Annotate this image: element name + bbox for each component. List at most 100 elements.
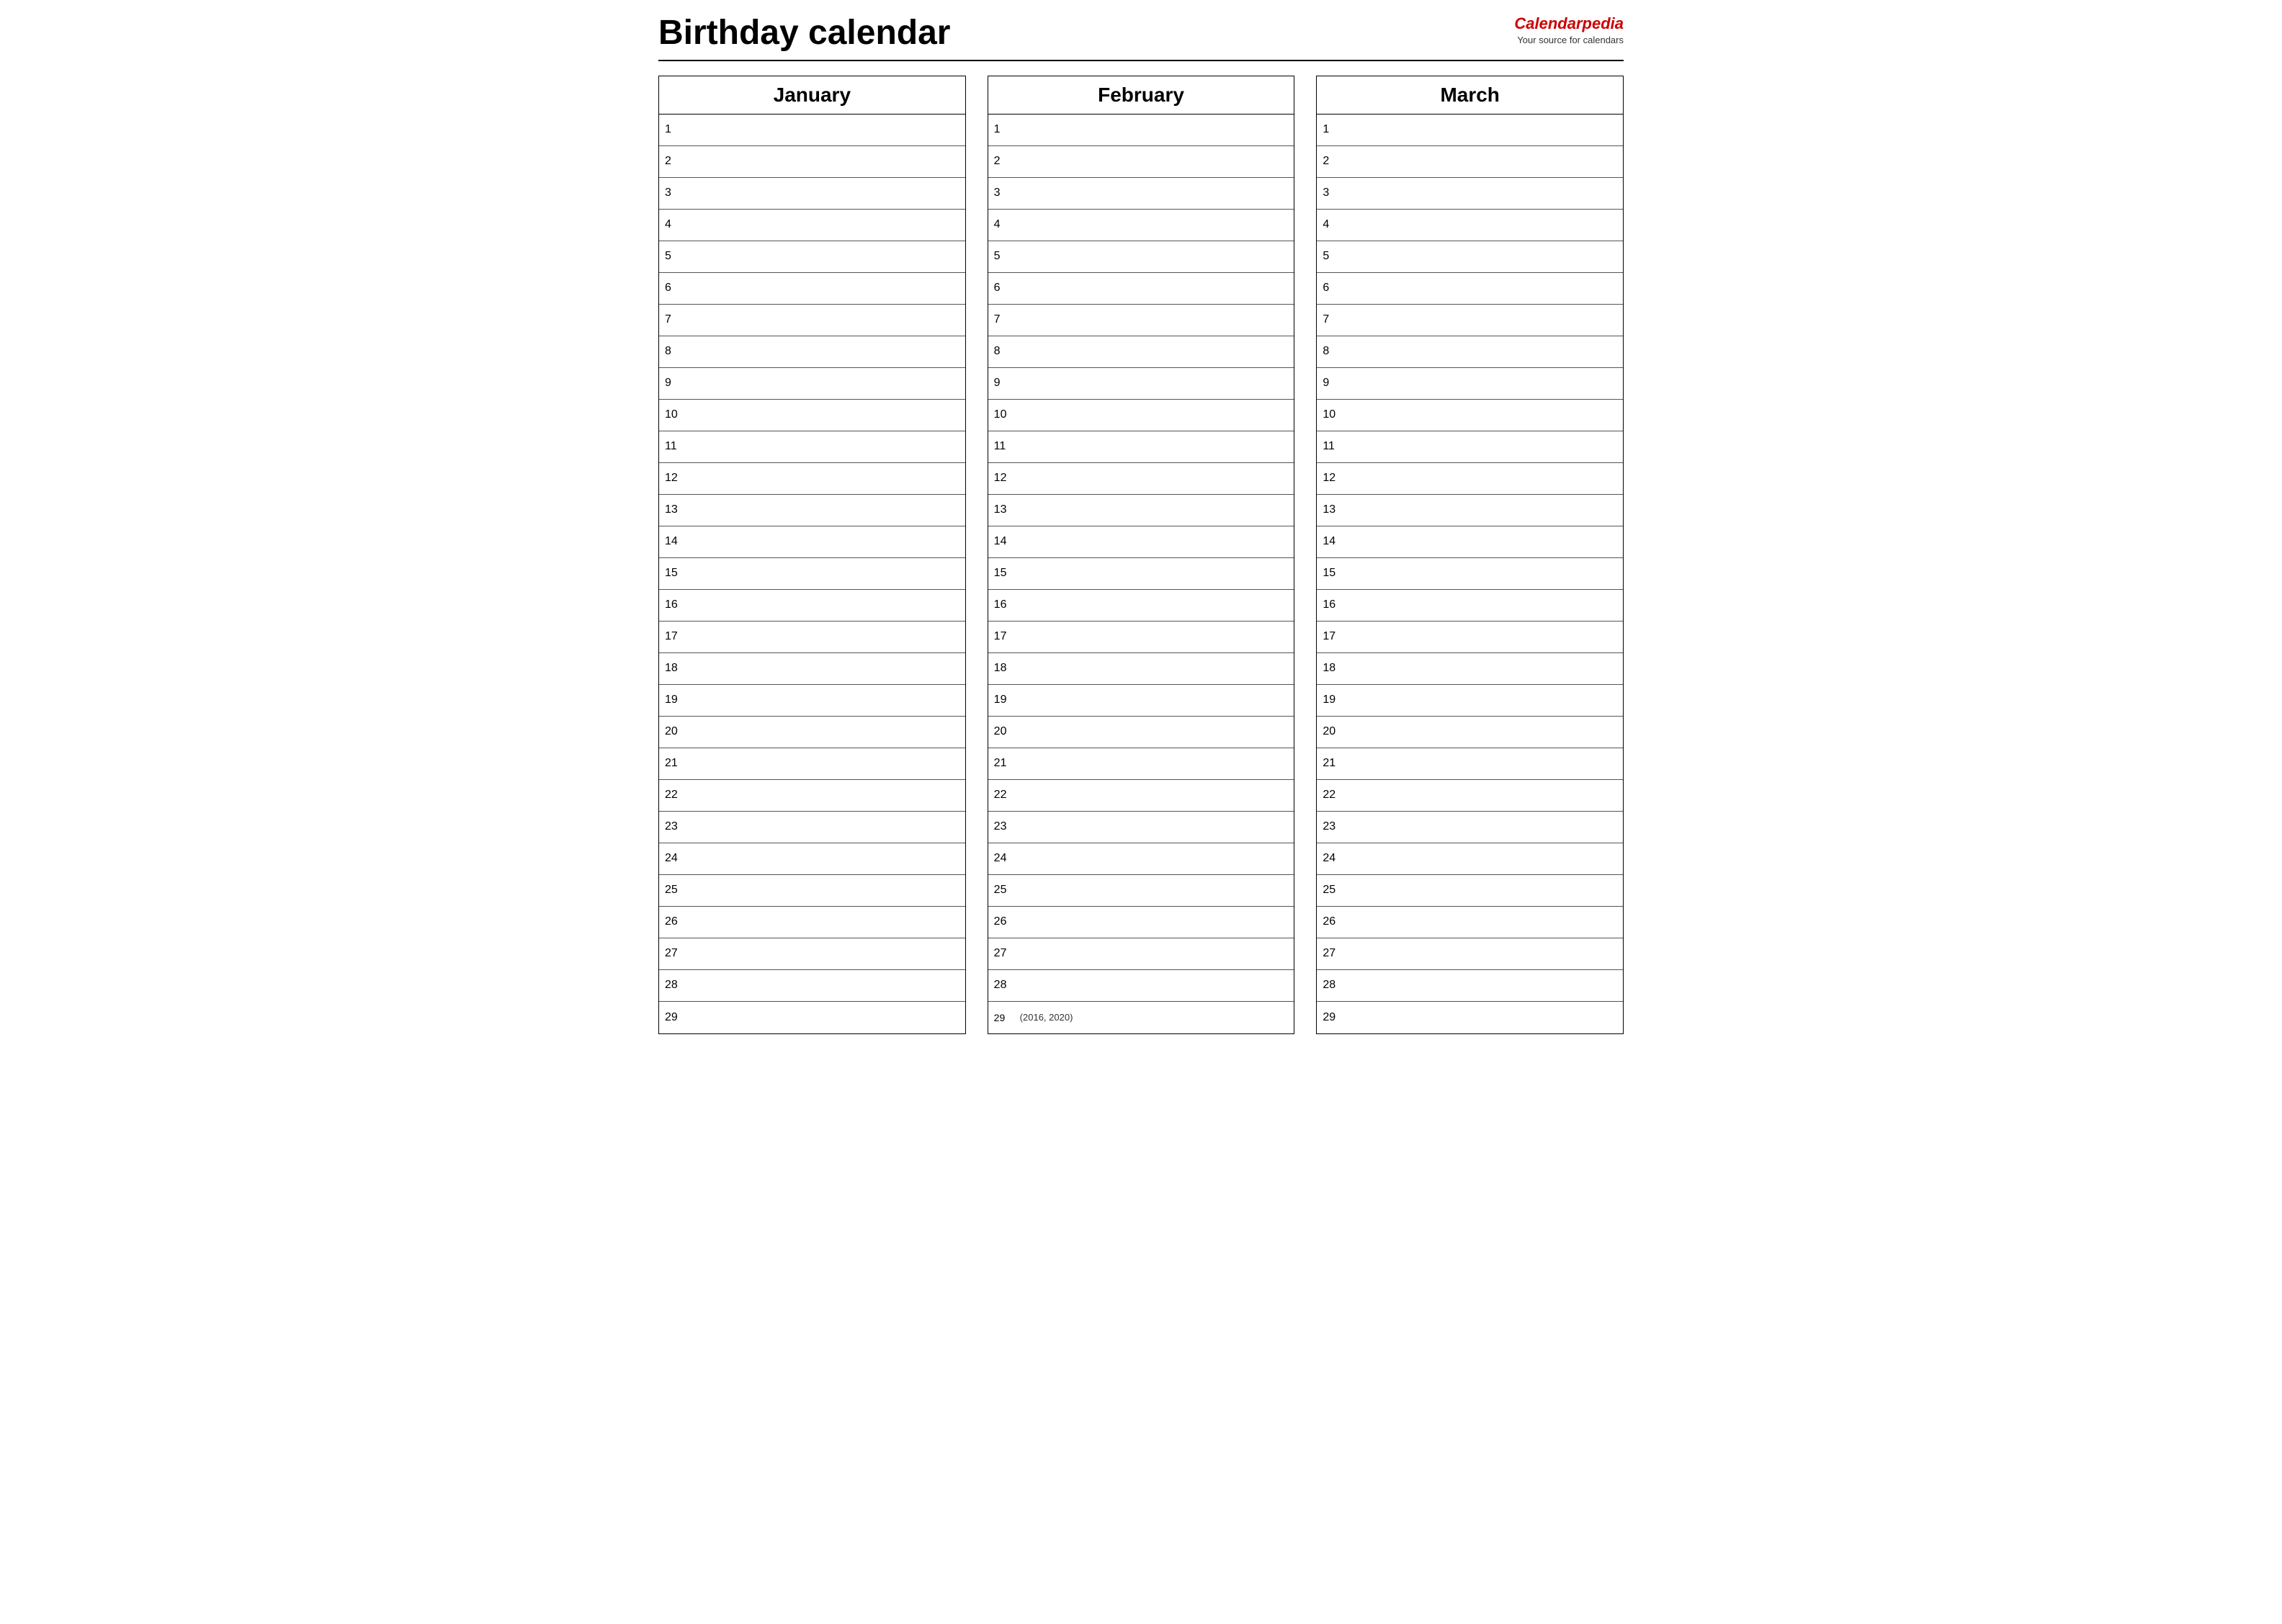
day-row: 20 [1317,717,1623,748]
day-row: 16 [1317,590,1623,622]
day-number: 6 [1317,279,1346,297]
day-number: 14 [1317,532,1346,551]
day-number: 20 [988,722,1017,741]
day-row: 15 [1317,558,1623,590]
day-row: 17 [659,622,965,653]
page-title: Birthday calendar [658,14,950,53]
day-row: 8 [659,336,965,368]
day-row: 18 [988,653,1294,685]
day-number: 19 [659,691,688,709]
day-number: 13 [988,501,1017,519]
day-number: 6 [659,279,688,297]
day-row: 25 [659,875,965,907]
day-row: 21 [988,748,1294,780]
day-number: 10 [988,405,1017,424]
day-row: 2 [1317,146,1623,178]
day-number: 11 [988,437,1017,456]
day-row: 11 [988,431,1294,463]
day-row: 13 [1317,495,1623,526]
day-number: 29 [1317,1008,1346,1027]
day-row: 19 [659,685,965,717]
day-number: 22 [988,786,1017,804]
day-number: 10 [1317,405,1346,424]
logo-brand: Calendarpedia [1514,14,1624,33]
day-row: 6 [1317,273,1623,305]
month-calendar-march: March12345678910111213141516171819202122… [1316,76,1624,1034]
day-number: 18 [659,659,688,678]
day-row: 18 [1317,653,1623,685]
day-row: 10 [1317,400,1623,431]
day-number: 15 [659,564,688,583]
day-number: 28 [1317,976,1346,995]
day-row: 4 [988,210,1294,241]
day-row: 15 [988,558,1294,590]
day-number: 24 [659,849,688,868]
day-row: 17 [988,622,1294,653]
day-number: 20 [1317,722,1346,741]
day-row: 21 [659,748,965,780]
day-number: 18 [1317,659,1346,678]
day-number: 19 [1317,691,1346,709]
day-number: 2 [988,152,1017,171]
day-number: 18 [988,659,1017,678]
day-number: 26 [659,912,688,931]
day-number: 25 [659,881,688,900]
day-row: 3 [659,178,965,210]
day-number: 4 [988,215,1017,234]
day-row: 6 [988,273,1294,305]
day-number: 6 [988,279,1017,297]
day-number: 21 [659,754,688,773]
day-row: 9 [988,368,1294,400]
day-row: 16 [988,590,1294,622]
month-calendar-february: February12345678910111213141516171819202… [988,76,1295,1034]
day-row: 7 [659,305,965,336]
day-number: 1 [659,120,688,139]
calendars-container: January123456789101112131415161718192021… [658,76,1624,1034]
logo-area: Calendarpedia Your source for calendars [1514,14,1624,45]
day-number: 5 [988,247,1017,266]
day-row: 5 [1317,241,1623,273]
day-number: 3 [659,184,688,202]
day-row: 19 [988,685,1294,717]
day-number: 2 [659,152,688,171]
day-number: 9 [1317,374,1346,392]
day-number: 13 [659,501,688,519]
day-number: 5 [1317,247,1346,266]
day-number: 15 [988,564,1017,583]
day-row: 12 [1317,463,1623,495]
logo-italic: pedia [1583,14,1624,32]
day-number: 10 [659,405,688,424]
day-number: 21 [1317,754,1346,773]
day-row: 5 [659,241,965,273]
day-number: 8 [659,342,688,361]
day-number: 3 [988,184,1017,202]
day-row: 2 [988,146,1294,178]
day-number: 11 [1317,437,1346,456]
day-row: 27 [988,938,1294,970]
day-row: 28 [1317,970,1623,1002]
day-row: 4 [1317,210,1623,241]
day-number: 27 [1317,944,1346,963]
day-row: 24 [1317,843,1623,875]
day-row: 13 [988,495,1294,526]
day-number: 23 [659,817,688,836]
day-note: (2016, 2020) [1017,1012,1073,1023]
day-number: 4 [659,215,688,234]
day-row: 17 [1317,622,1623,653]
day-number: 27 [659,944,688,963]
day-number: 1 [1317,120,1346,139]
day-row: 11 [659,431,965,463]
day-row: 12 [988,463,1294,495]
day-row: 9 [1317,368,1623,400]
day-row: 6 [659,273,965,305]
day-row: 29(2016, 2020) [988,1002,1294,1033]
day-row: 24 [659,843,965,875]
day-number: 19 [988,691,1017,709]
day-number: 28 [659,976,688,995]
month-header-february: February [988,76,1294,115]
day-number: 17 [988,627,1017,646]
day-row: 23 [1317,812,1623,843]
day-row: 19 [1317,685,1623,717]
day-row: 27 [1317,938,1623,970]
day-row: 14 [1317,526,1623,558]
